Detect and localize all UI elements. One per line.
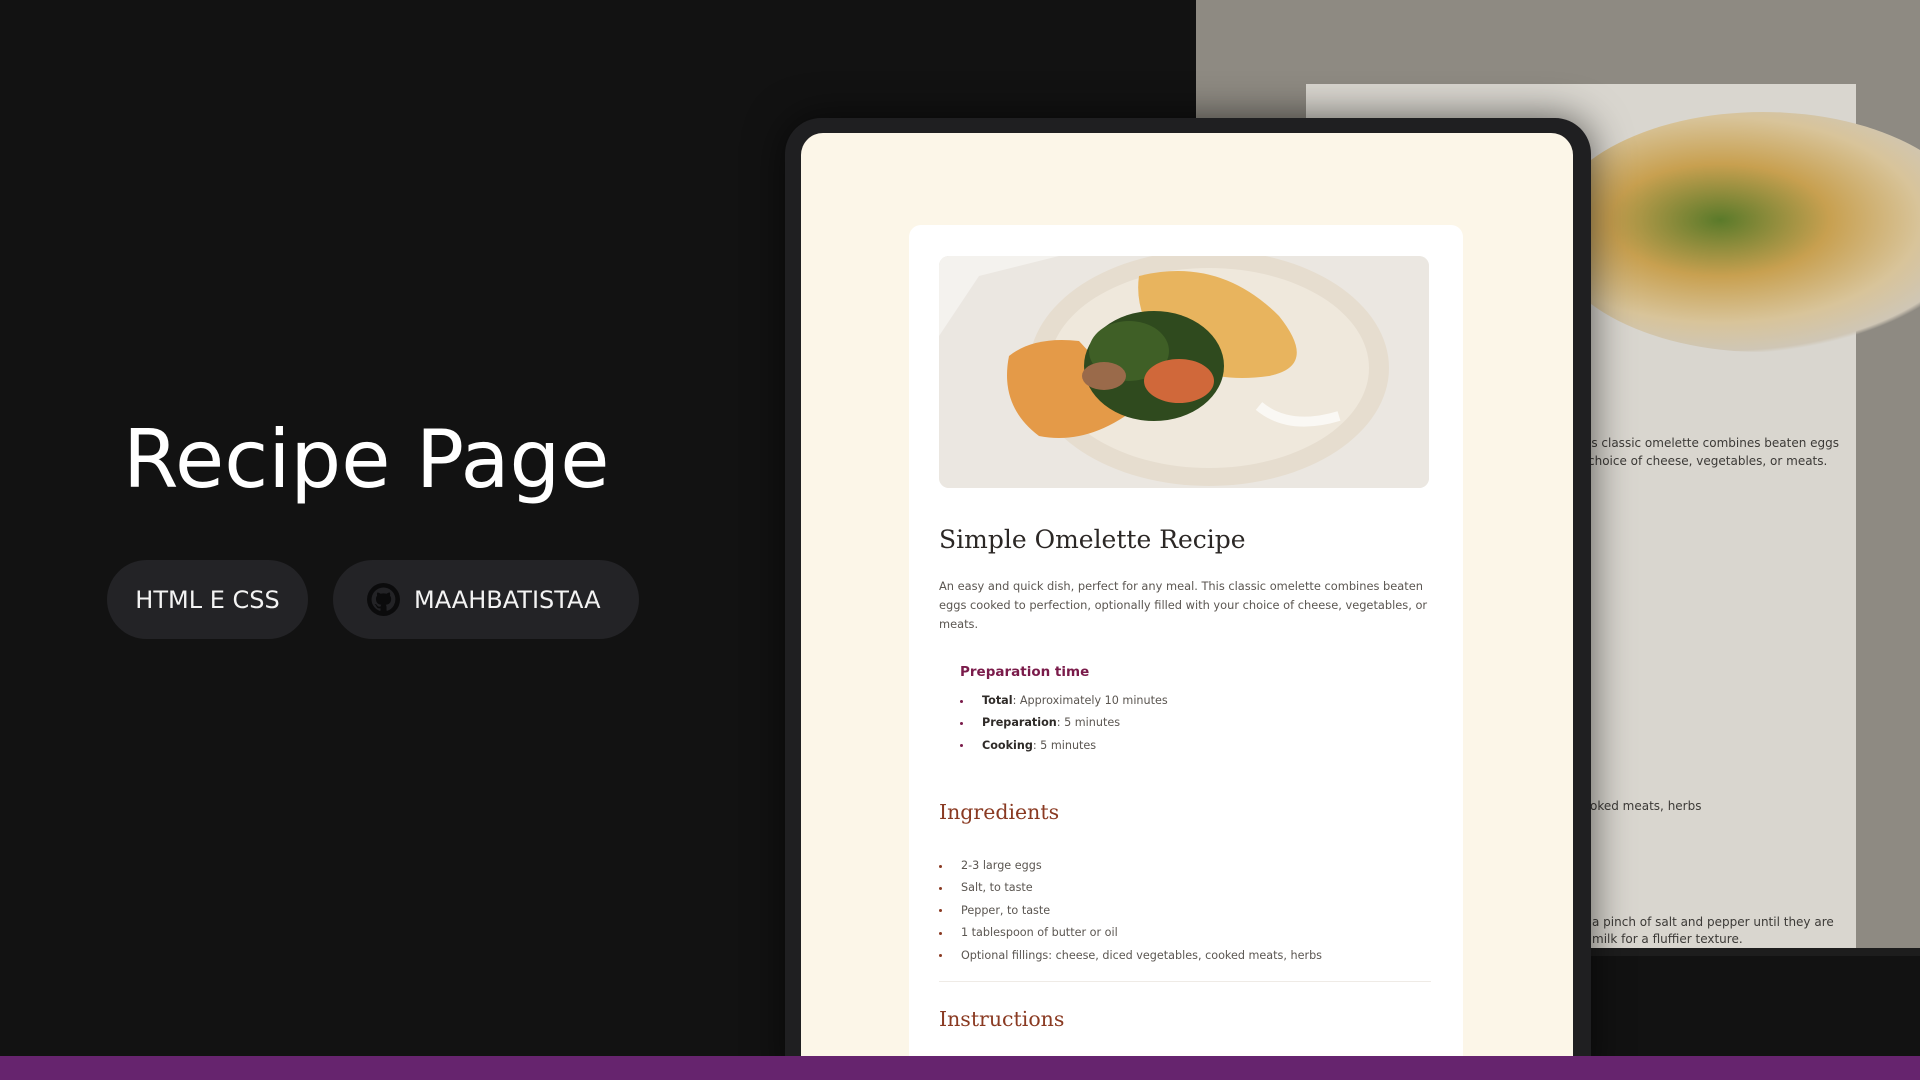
background-preview-desc-line2: choice of cheese, vegetables, or meats. <box>1588 454 1828 468</box>
ingredient-text: Pepper, to taste <box>961 903 1051 917</box>
recipe-title: Simple Omelette Recipe <box>939 525 1246 554</box>
accent-bar <box>0 1056 1920 1080</box>
tech-tag-button[interactable]: HTML E CSS <box>107 560 308 639</box>
list-item: 2-3 large eggs <box>939 855 1322 877</box>
list-item: Total: Approximately 10 minutes <box>960 690 1168 712</box>
ingredients-title: Ingredients <box>939 800 1060 824</box>
bullet-icon <box>960 699 963 703</box>
list-item: 1 tablespoon of butter or oil <box>939 922 1322 944</box>
background-preview-instr-line2: milk for a fluffier texture. <box>1592 932 1743 946</box>
prep-item-value: : 5 minutes <box>1056 716 1121 730</box>
github-profile-button[interactable]: MAAHBATISTAA <box>333 560 639 639</box>
ingredient-text: 2-3 large eggs <box>961 859 1042 872</box>
preparation-time-list: Total: Approximately 10 minutes Preparat… <box>960 690 1168 757</box>
ingredient-text: Optional fillings: cheese, diced vegetab… <box>961 948 1322 962</box>
list-item: Salt, to taste <box>939 877 1322 899</box>
section-divider <box>939 981 1431 982</box>
prep-item-value: : Approximately 10 minutes <box>1012 694 1168 707</box>
ingredient-text: 1 tablespoon of butter or oil <box>961 926 1118 940</box>
preparation-time-box: Preparation time Total: Approximately 10… <box>939 639 1431 755</box>
recipe-card: Simple Omelette Recipe An easy and quick… <box>909 225 1463 1080</box>
recipe-description: An easy and quick dish, perfect for any … <box>939 579 1428 631</box>
instructions-title: Instructions <box>939 1007 1065 1031</box>
github-label: MAAHBATISTAA <box>414 585 601 614</box>
list-item: Cooking: 5 minutes <box>960 735 1168 757</box>
preparation-time-title: Preparation time <box>960 664 1090 680</box>
prep-item-label: Preparation <box>982 716 1057 730</box>
list-item: Preparation: 5 minutes <box>960 712 1168 734</box>
bullet-icon <box>939 909 942 913</box>
bullet-icon <box>939 864 942 868</box>
github-icon <box>367 583 400 616</box>
omelette-image <box>939 256 1429 488</box>
bullet-icon <box>939 886 942 890</box>
bullet-icon <box>939 954 942 958</box>
bullet-icon <box>939 931 942 935</box>
tablet-screen: Simple Omelette Recipe An easy and quick… <box>801 133 1573 1080</box>
list-item: Pepper, to taste <box>939 900 1322 922</box>
hero-title: Recipe Page <box>123 413 610 506</box>
ingredient-text: Salt, to taste <box>961 881 1033 895</box>
background-preview-ingredient: oked meats, herbs <box>1590 799 1702 813</box>
tech-tag-label: HTML E CSS <box>135 585 280 614</box>
prep-item-label: Cooking <box>982 738 1033 752</box>
prep-item-label: Total <box>982 694 1013 707</box>
background-preview-instr-line1: a pinch of salt and pepper until they ar… <box>1592 915 1834 929</box>
bullet-icon <box>960 721 963 725</box>
list-item: Optional fillings: cheese, diced vegetab… <box>939 945 1322 967</box>
prep-item-value: : 5 minutes <box>1032 738 1097 752</box>
background-preview-desc-line1: is classic omelette combines beaten eggs <box>1588 436 1840 450</box>
bullet-icon <box>960 744 963 748</box>
ingredients-list: 2-3 large eggs Salt, to taste Pepper, to… <box>939 855 1322 967</box>
